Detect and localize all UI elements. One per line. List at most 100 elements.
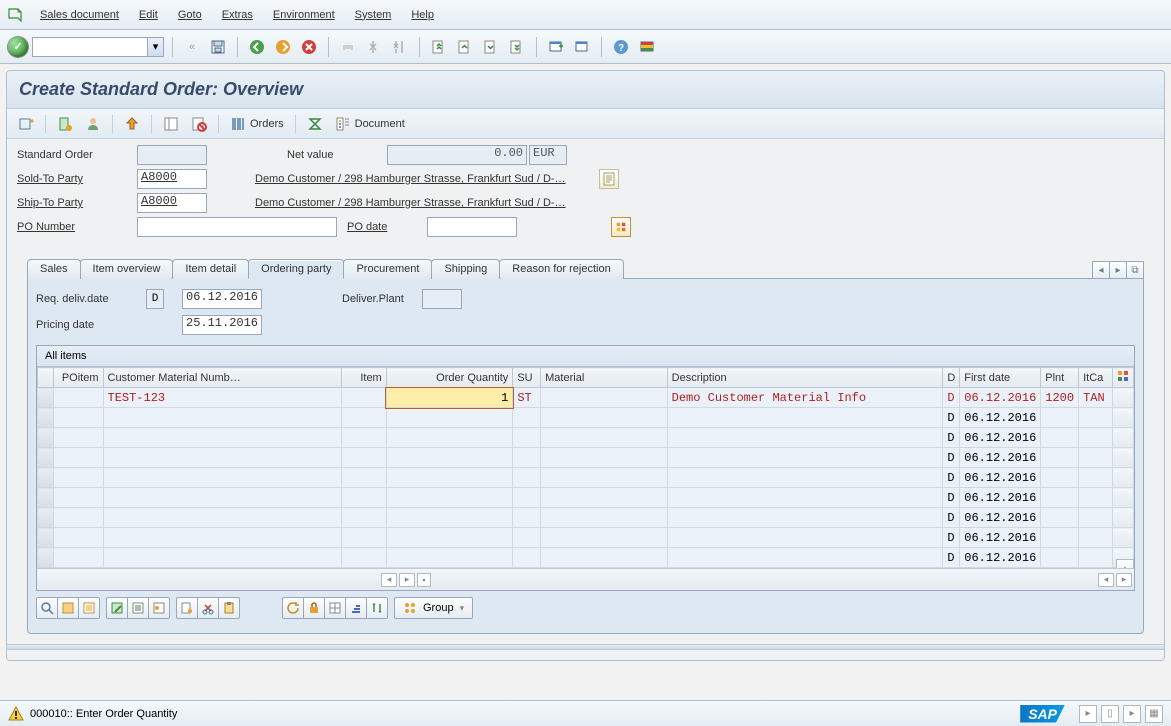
tab-list-icon[interactable]: ⧉ [1126,261,1144,279]
tab-reason-for-rejection[interactable]: Reason for rejection [499,259,623,279]
schedule-lines-icon[interactable] [127,597,149,619]
cell-cmn[interactable]: TEST-123 [103,388,342,408]
cell-d[interactable]: D [943,408,960,428]
po-date-input[interactable] [427,217,517,237]
status-sep1-icon[interactable]: ▸ [1079,705,1097,723]
cell-firstdate[interactable]: 06.12.2016 [960,488,1041,508]
cell-material[interactable] [541,548,668,568]
deselect-all-icon[interactable] [57,597,79,619]
row-header[interactable] [38,548,54,568]
cell-d[interactable]: D [943,528,960,548]
print-icon[interactable] [337,36,359,58]
grid-col-item[interactable]: Item [342,368,386,388]
grid-col-plnt[interactable]: Plnt [1041,368,1079,388]
hscroll-left2-icon[interactable]: ◂ [1098,573,1114,587]
configure-icon[interactable] [303,597,325,619]
ship-to-input[interactable]: A8000 [137,193,207,213]
cell-itca[interactable] [1079,508,1113,528]
grid-col-su[interactable]: SU [513,368,541,388]
back-icon[interactable] [246,36,268,58]
date-type-input[interactable]: D [146,289,164,309]
cell-firstdate[interactable]: 06.12.2016 [960,408,1041,428]
cell-desc[interactable] [667,488,943,508]
cell-cmn[interactable] [103,528,342,548]
paste-item-icon[interactable] [218,597,240,619]
cell-cmn[interactable] [103,468,342,488]
menu-environment[interactable]: Environment [263,4,345,26]
sold-to-input[interactable]: A8000 [137,169,207,189]
hscroll-thumb[interactable]: ▪ [417,573,431,587]
tab-ordering-party[interactable]: Ordering party [248,259,344,279]
cell-firstdate[interactable]: 06.12.2016 [960,448,1041,468]
reject-doc-icon[interactable] [186,113,212,135]
req-deliv-input[interactable]: 06.12.2016 [182,289,262,309]
tab-scroll-left-icon[interactable]: ◂ [1092,261,1110,279]
status-sep2-icon[interactable]: ▸ [1123,705,1141,723]
cell-plnt[interactable] [1041,508,1079,528]
menu-sales-document[interactable]: Sales document [30,4,129,26]
cell-itca[interactable] [1079,488,1113,508]
cell-itca[interactable]: TAN [1079,388,1113,408]
cell-cmn[interactable] [103,408,342,428]
po-number-input[interactable] [137,217,337,237]
cell-qty[interactable] [386,528,513,548]
menu-edit[interactable]: Edit [129,4,168,26]
cell-item[interactable] [342,508,386,528]
cell-d[interactable]: D [943,388,960,408]
cell-item[interactable] [342,428,386,448]
grid-rowhdr-col[interactable] [38,368,54,388]
cell-d[interactable]: D [943,468,960,488]
cell-qty[interactable] [386,508,513,528]
cell-plnt[interactable]: 1200 [1041,388,1079,408]
cell-itca[interactable] [1079,468,1113,488]
cell-material[interactable] [541,388,668,408]
cell-d[interactable]: D [943,548,960,568]
row-header[interactable] [38,488,54,508]
tab-item-detail[interactable]: Item detail [172,259,249,279]
command-field[interactable]: ▾ [32,37,164,57]
header-partner-icon[interactable] [80,113,106,135]
grid-col-first-date[interactable]: First date [960,368,1041,388]
row-header[interactable] [38,468,54,488]
command-field-dropdown[interactable]: ▾ [147,38,163,56]
row-header[interactable] [38,528,54,548]
cell-qty[interactable] [386,548,513,568]
doc-header-details-icon[interactable] [599,169,619,189]
cell-item[interactable] [342,548,386,568]
cancel-icon[interactable] [298,36,320,58]
new-session-icon[interactable] [545,36,567,58]
table-row[interactable]: D06.12.2016 [38,528,1134,548]
row-header[interactable] [38,388,54,408]
cell-itca[interactable] [1079,528,1113,548]
generate-shortcut-icon[interactable] [571,36,593,58]
cell-plnt[interactable] [1041,408,1079,428]
table-row[interactable]: D06.12.2016 [38,488,1134,508]
table-row[interactable]: D06.12.2016 [38,408,1134,428]
copy-item-icon[interactable] [176,597,198,619]
cell-qty[interactable] [386,488,513,508]
back-nav-icon[interactable]: « [181,36,203,58]
tab-sales[interactable]: Sales [27,259,81,279]
cell-cmn[interactable] [103,428,342,448]
cell-material[interactable] [541,448,668,468]
cell-desc[interactable]: Demo Customer Material Info [667,388,943,408]
menu-goto[interactable]: Goto [168,4,212,26]
cut-item-icon[interactable] [197,597,219,619]
scroll-up-icon[interactable]: ▲ [1116,559,1134,568]
propose-icon[interactable] [345,597,367,619]
standard-order-input[interactable] [137,145,207,165]
cell-cmn[interactable] [103,488,342,508]
enter-button[interactable]: ✓ [8,37,28,57]
cell-itca[interactable] [1079,408,1113,428]
save-icon[interactable] [207,36,229,58]
cell-material[interactable] [541,508,668,528]
tab-item-overview[interactable]: Item overview [80,259,174,279]
cell-material[interactable] [541,468,668,488]
pricing-date-input[interactable]: 25.11.2016 [182,315,262,335]
cell-d[interactable]: D [943,508,960,528]
status-server-icon[interactable]: ▯ [1101,705,1119,723]
row-header[interactable] [38,448,54,468]
first-page-icon[interactable] [428,36,450,58]
cell-cmn[interactable] [103,448,342,468]
select-all-icon[interactable] [36,597,58,619]
